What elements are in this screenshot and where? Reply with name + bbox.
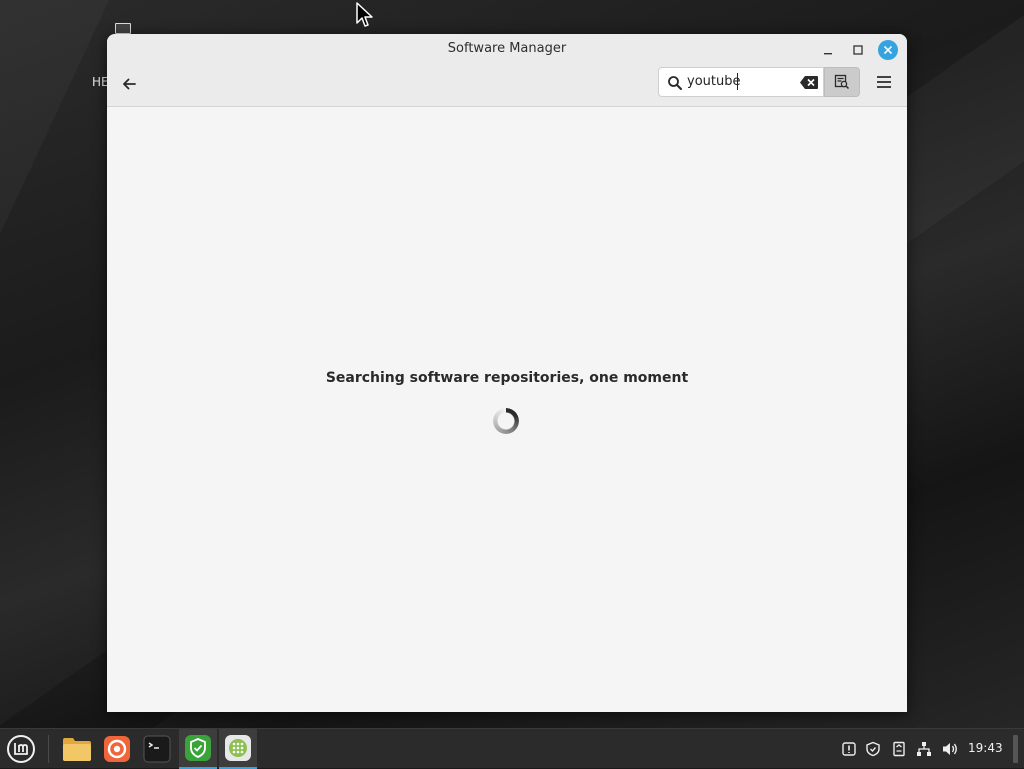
loading-spinner-icon: [493, 408, 519, 434]
taskbar: 19:43: [0, 728, 1024, 769]
search-input-value: youtube: [687, 74, 741, 89]
mint-menu-button[interactable]: [2, 729, 40, 769]
network-icon: [917, 742, 931, 756]
minimize-icon: [824, 53, 832, 55]
clear-search-icon[interactable]: [799, 75, 819, 90]
search-icon: [668, 76, 682, 90]
taskbar-terminal[interactable]: [138, 729, 176, 769]
text-cursor: [737, 73, 738, 90]
taskbar-update-manager[interactable]: [179, 729, 217, 769]
main-menu-button[interactable]: [873, 71, 895, 93]
tray-update-shield[interactable]: [864, 740, 882, 758]
tray-network[interactable]: [915, 740, 933, 758]
notification-icon: [842, 742, 856, 756]
files-icon: [63, 738, 91, 761]
volume-icon: [943, 743, 957, 755]
arrow-left-icon: [123, 78, 136, 90]
show-desktop-button[interactable]: [1013, 735, 1018, 763]
close-button[interactable]: [878, 40, 898, 60]
desktop-icon[interactable]: [115, 23, 131, 34]
terminal-icon: [143, 735, 171, 763]
close-icon: [883, 45, 893, 55]
clock[interactable]: 19:43: [968, 741, 1003, 755]
back-button[interactable]: [117, 72, 141, 96]
search-in-descriptions-button[interactable]: [824, 67, 860, 97]
document-search-icon: [834, 74, 850, 90]
window-header: Software Manager youtube: [107, 34, 907, 107]
shield-icon: [185, 735, 211, 761]
tray-volume[interactable]: [941, 740, 959, 758]
mint-menu-icon: [7, 735, 35, 763]
taskbar-firefox[interactable]: [98, 729, 136, 769]
maximize-button[interactable]: [848, 40, 868, 60]
minimize-button[interactable]: [818, 40, 838, 60]
software-manager-icon: [225, 735, 251, 761]
tray-notifications[interactable]: [840, 740, 858, 758]
tray-clipboard[interactable]: [890, 740, 908, 758]
firefox-icon: [104, 736, 130, 762]
software-manager-window: Software Manager youtube Searching softw…: [107, 34, 907, 712]
taskbar-software-manager[interactable]: [219, 729, 257, 769]
taskbar-files[interactable]: [58, 729, 96, 769]
window-title: Software Manager: [447, 41, 567, 56]
search-input[interactable]: youtube: [658, 67, 824, 97]
clipboard-icon: [893, 741, 905, 757]
maximize-icon: [853, 45, 863, 55]
shield-icon: [866, 741, 880, 757]
hamburger-menu-icon: [877, 76, 891, 88]
mouse-cursor-icon: [356, 2, 373, 27]
taskbar-separator: [48, 735, 49, 763]
search-status-message: Searching software repositories, one mom…: [325, 370, 689, 386]
